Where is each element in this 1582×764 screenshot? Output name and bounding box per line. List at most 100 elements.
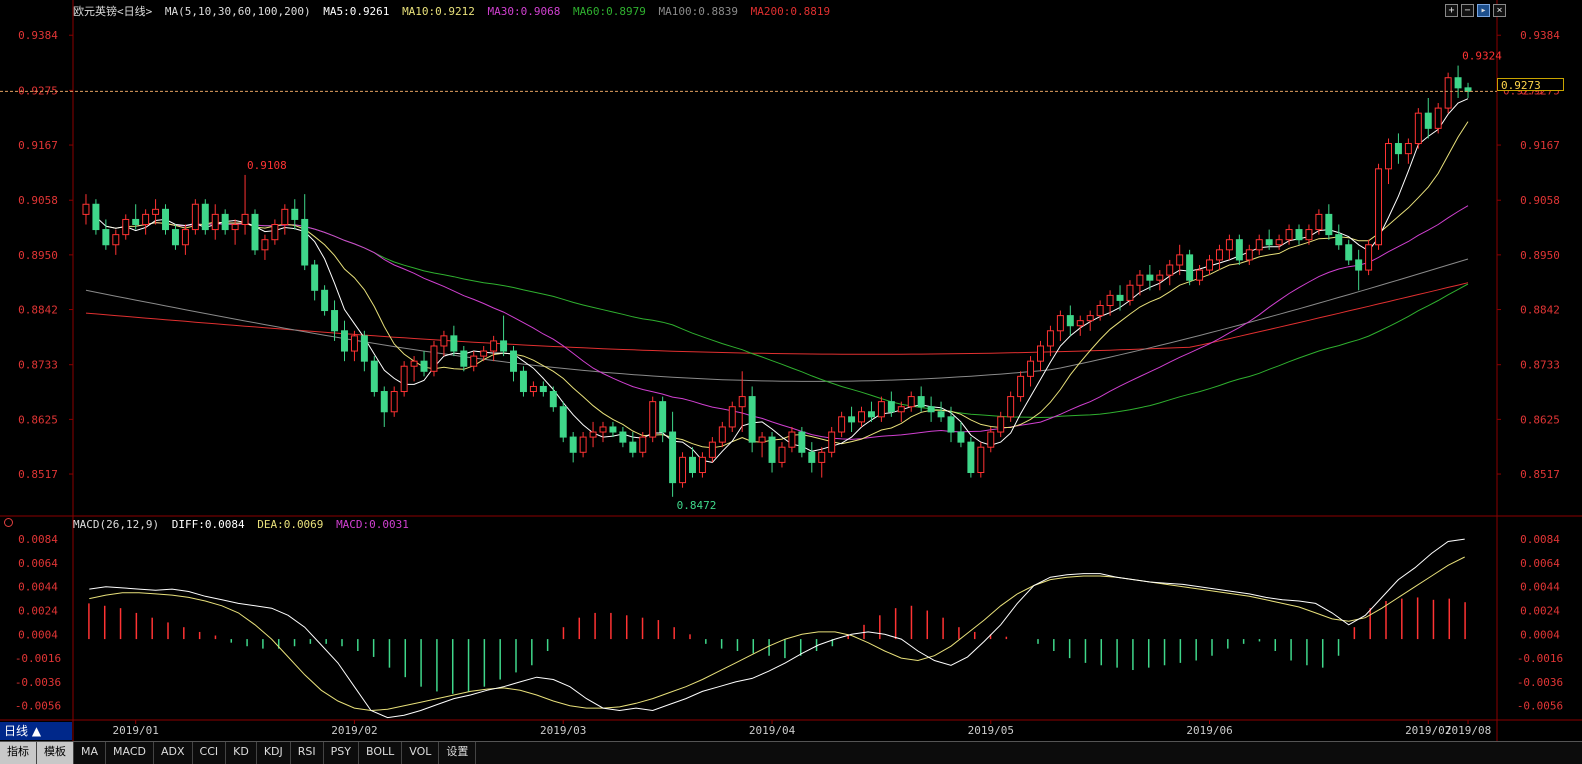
candle-up [818, 451, 826, 463]
candle-down [331, 310, 339, 332]
candle-up [1017, 375, 1025, 398]
dea-line [89, 556, 1465, 712]
diff-value: DIFF:0.0084 [171, 518, 245, 531]
candle-down [937, 411, 945, 418]
candle-down [619, 431, 627, 443]
candle-up [1225, 239, 1233, 251]
expand-icon[interactable]: ▸ [1477, 4, 1490, 17]
current-price-box: 0.9273 [1497, 78, 1564, 92]
candle-up [211, 213, 219, 231]
tab-kdj[interactable]: KDJ [257, 742, 291, 764]
date-label: 2019/05 [968, 724, 1014, 737]
plus-icon[interactable]: + [1445, 4, 1458, 17]
tab-cci[interactable]: CCI [193, 742, 227, 764]
candle-down [311, 264, 319, 291]
candle-up [838, 416, 846, 433]
date-label: 2019/04 [749, 724, 796, 737]
period-selector[interactable]: 日线 ▲ [0, 722, 72, 740]
price-tick-label-left: 0.8517 [18, 468, 58, 481]
candle-down [609, 426, 617, 433]
candle-up [281, 208, 289, 226]
candle-up [122, 218, 130, 236]
window-buttons: + − ▸ × [1445, 4, 1506, 17]
macd-tick-label-left: -0.0016 [15, 652, 61, 665]
tab-boll[interactable]: BOLL [359, 742, 403, 764]
tab-indicator[interactable]: 指标 [0, 742, 37, 764]
tab-vol[interactable]: VOL [402, 742, 440, 764]
price-tick-label-left: 0.8733 [18, 359, 58, 372]
tab-settings[interactable]: 设置 [439, 742, 477, 764]
candle-up [1056, 315, 1064, 332]
tab-kd[interactable]: KD [226, 742, 257, 764]
ma5-line [95, 98, 1469, 463]
price-tick-label-right: 0.8842 [1520, 304, 1560, 317]
candle-up [907, 396, 915, 408]
candle-down [450, 335, 458, 352]
candle-up [241, 213, 249, 226]
macd-tick-label-right: -0.0016 [1517, 652, 1563, 665]
period-label: 日线 [4, 724, 29, 738]
candle-up [1196, 269, 1204, 281]
candle-up [142, 213, 150, 226]
candle-up [728, 406, 736, 428]
ma100-value: MA100:0.8839 [658, 5, 738, 18]
candle-up [1404, 143, 1412, 155]
indicator-settings-icon[interactable] [4, 518, 13, 527]
candle-down [460, 350, 468, 367]
candle-up [231, 224, 239, 231]
candle-down [1345, 244, 1353, 261]
candle-up [1365, 244, 1373, 271]
candle-up [490, 340, 498, 352]
candle-up [400, 365, 408, 393]
candle-up [1245, 249, 1253, 261]
tab-template[interactable]: 模板 [37, 742, 74, 764]
candle-up [390, 391, 398, 413]
candle-down [1186, 254, 1194, 281]
candle-up [529, 385, 537, 393]
candle-up [1126, 284, 1134, 301]
candle-up [897, 406, 905, 413]
candle-up [1176, 254, 1184, 266]
candle-down [380, 391, 388, 413]
candle-down [1066, 315, 1074, 327]
instrument-name: 欧元英镑 [73, 5, 117, 18]
ma10-line [105, 121, 1469, 449]
candle-down [539, 385, 547, 393]
candle-down [957, 431, 965, 443]
candle-down [549, 391, 557, 408]
candle-down [1335, 234, 1343, 246]
tab-adx[interactable]: ADX [154, 742, 193, 764]
close-icon[interactable]: × [1493, 4, 1506, 17]
candle-down [92, 203, 100, 231]
candle-down [629, 441, 637, 453]
date-label: 2019/03 [540, 724, 586, 737]
candle-down [1295, 229, 1303, 241]
price-tick-label-right: 0.9167 [1520, 139, 1560, 152]
candle-down [321, 289, 329, 312]
candle-up [1206, 259, 1213, 271]
tab-psy[interactable]: PSY [324, 742, 359, 764]
candle-up [639, 436, 647, 453]
candle-up [261, 239, 269, 251]
date-label: 2019/01 [113, 724, 159, 737]
candle-down [360, 335, 368, 362]
period-tag: <日线> [117, 5, 153, 18]
minus-icon[interactable]: − [1461, 4, 1474, 17]
ma100-line [85, 258, 1469, 382]
candle-up [1166, 264, 1174, 276]
macd-tick-label-left: 0.0064 [18, 557, 58, 570]
candle-up [997, 416, 1005, 433]
candle-up [579, 436, 587, 453]
candle-down [510, 350, 517, 372]
candle-up [758, 436, 766, 443]
candle-up [1414, 112, 1422, 145]
diff-line [89, 538, 1465, 719]
tab-ma[interactable]: MA [74, 742, 107, 764]
price-tick-label-left: 0.9275 [18, 84, 58, 97]
tab-rsi[interactable]: RSI [291, 742, 324, 764]
price-tick-label-left: 0.9384 [18, 29, 58, 42]
chart-canvas[interactable]: 0.93840.93840.92750.92750.91670.91670.90… [0, 0, 1582, 741]
macd-params: MACD(26,12,9) [73, 518, 160, 531]
candle-up [181, 229, 189, 246]
tab-macd[interactable]: MACD [106, 742, 154, 764]
